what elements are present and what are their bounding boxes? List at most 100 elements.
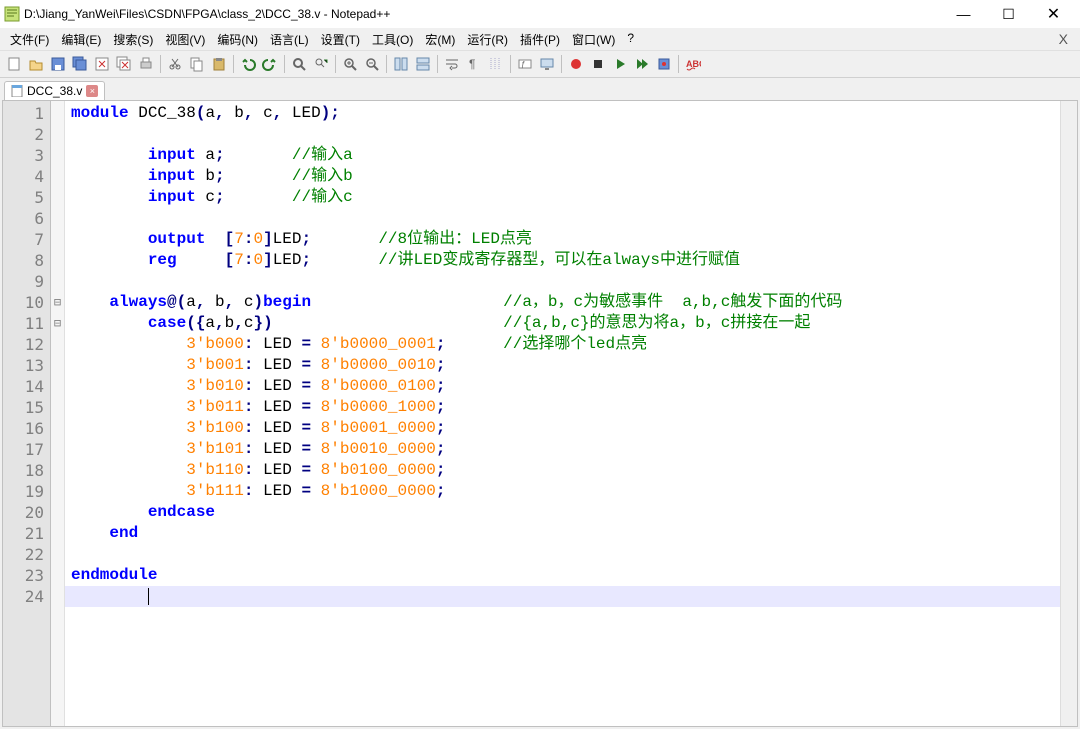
toolbar: ¶ ƒ ABC [0, 50, 1080, 78]
fold-marker [51, 355, 64, 376]
menu-window[interactable]: 窗口(W) [566, 29, 621, 50]
code-line[interactable]: case({a,b,c}) //{a,b,c}的意思为将a，b，c拼接在一起 [71, 313, 1077, 334]
find-button[interactable] [289, 54, 309, 74]
minimize-button[interactable]: — [941, 0, 986, 28]
line-number: 23 [3, 565, 44, 586]
fold-marker [51, 502, 64, 523]
code-line[interactable]: input a; //输入a [71, 145, 1077, 166]
macro-play-button[interactable] [610, 54, 630, 74]
code-line[interactable]: input c; //输入c [71, 187, 1077, 208]
redo-button[interactable] [260, 54, 280, 74]
fold-marker [51, 418, 64, 439]
maximize-button[interactable]: ☐ [986, 0, 1031, 28]
toolbar-separator [561, 55, 562, 73]
code-line[interactable]: module DCC_38(a, b, c, LED); [71, 103, 1077, 124]
macro-play-multi-button[interactable] [632, 54, 652, 74]
zoom-out-button[interactable] [362, 54, 382, 74]
toolbar-separator [233, 55, 234, 73]
code-line[interactable] [71, 124, 1077, 145]
tab-active[interactable]: DCC_38.v × [4, 81, 105, 100]
spell-check-button[interactable]: ABC [683, 54, 703, 74]
menu-run[interactable]: 运行(R) [461, 29, 514, 50]
code-line[interactable]: 3'b101: LED = 8'b0010_0000; [71, 439, 1077, 460]
menu-plugins[interactable]: 插件(P) [514, 29, 566, 50]
menu-edit[interactable]: 编辑(E) [55, 29, 107, 50]
code-line[interactable] [71, 544, 1077, 565]
zoom-in-button[interactable] [340, 54, 360, 74]
fold-marker [51, 271, 64, 292]
menu-encoding[interactable]: 编码(N) [211, 29, 264, 50]
menu-file[interactable]: 文件(F) [4, 29, 55, 50]
code-line[interactable] [71, 208, 1077, 229]
mdi-close-button[interactable]: X [1051, 31, 1076, 47]
code-line[interactable]: 3'b011: LED = 8'b0000_1000; [71, 397, 1077, 418]
macro-rec-button[interactable] [566, 54, 586, 74]
close-all-button[interactable] [114, 54, 134, 74]
code-line[interactable]: endcase [71, 502, 1077, 523]
cut-button[interactable] [165, 54, 185, 74]
save-file-button[interactable] [48, 54, 68, 74]
close-button[interactable]: ✕ [1031, 0, 1076, 28]
code-line[interactable] [71, 271, 1077, 292]
sync-h-button[interactable] [413, 54, 433, 74]
replace-button[interactable] [311, 54, 331, 74]
code-line[interactable]: endmodule [71, 565, 1077, 586]
fold-column[interactable]: ⊟⊟ [51, 101, 65, 726]
menu-macro[interactable]: 宏(M) [419, 29, 461, 50]
line-number: 16 [3, 418, 44, 439]
file-icon [11, 85, 23, 97]
fold-marker[interactable]: ⊟ [51, 313, 64, 334]
indent-guide-button[interactable] [486, 54, 506, 74]
svg-text:ƒ: ƒ [521, 60, 525, 69]
macro-save-button[interactable] [654, 54, 674, 74]
code-line[interactable]: 3'b001: LED = 8'b0000_0010; [71, 355, 1077, 376]
code-line[interactable]: output [7:0]LED; //8位输出：LED点亮 [71, 229, 1077, 250]
all-chars-button[interactable]: ¶ [464, 54, 484, 74]
undo-button[interactable] [238, 54, 258, 74]
save-all-button[interactable] [70, 54, 90, 74]
lang-button[interactable]: ƒ [515, 54, 535, 74]
line-number: 9 [3, 271, 44, 292]
print-button[interactable] [136, 54, 156, 74]
menu-help[interactable]: ? [621, 29, 640, 50]
code-area[interactable]: module DCC_38(a, b, c, LED); input a; //… [65, 101, 1077, 726]
copy-button[interactable] [187, 54, 207, 74]
menu-view[interactable]: 视图(V) [159, 29, 211, 50]
sync-v-button[interactable] [391, 54, 411, 74]
code-line[interactable]: always@(a, b, c)begin //a，b，c为敏感事件 a,b,c… [71, 292, 1077, 313]
menu-search[interactable]: 搜索(S) [107, 29, 159, 50]
line-number: 22 [3, 544, 44, 565]
toolbar-separator [335, 55, 336, 73]
code-line[interactable]: 3'b000: LED = 8'b0000_0001; //选择哪个led点亮 [71, 334, 1077, 355]
code-line[interactable]: end [71, 523, 1077, 544]
paste-button[interactable] [209, 54, 229, 74]
menu-language[interactable]: 语言(L) [264, 29, 315, 50]
fold-marker [51, 166, 64, 187]
code-line[interactable]: 3'b111: LED = 8'b1000_0000; [71, 481, 1077, 502]
wrap-button[interactable] [442, 54, 462, 74]
line-number: 15 [3, 397, 44, 418]
code-line[interactable]: 3'b010: LED = 8'b0000_0100; [71, 376, 1077, 397]
new-file-button[interactable] [4, 54, 24, 74]
line-number: 8 [3, 250, 44, 271]
menu-settings[interactable]: 设置(T) [315, 29, 366, 50]
code-line[interactable] [71, 586, 1077, 607]
macro-stop-button[interactable] [588, 54, 608, 74]
svg-text:ABC: ABC [686, 59, 701, 69]
line-number: 2 [3, 124, 44, 145]
fold-marker[interactable]: ⊟ [51, 292, 64, 313]
code-line[interactable]: input b; //输入b [71, 166, 1077, 187]
code-line[interactable]: 3'b110: LED = 8'b0100_0000; [71, 460, 1077, 481]
fold-marker [51, 439, 64, 460]
close-file-button[interactable] [92, 54, 112, 74]
text-cursor [148, 588, 149, 605]
code-line[interactable]: 3'b100: LED = 8'b0001_0000; [71, 418, 1077, 439]
open-file-button[interactable] [26, 54, 46, 74]
tab-close-button[interactable]: × [86, 85, 98, 97]
fold-marker [51, 523, 64, 544]
line-number: 5 [3, 187, 44, 208]
line-number: 12 [3, 334, 44, 355]
monitor-button[interactable] [537, 54, 557, 74]
code-line[interactable]: reg [7:0]LED; //讲LED变成寄存器型，可以在always中进行赋… [71, 250, 1077, 271]
menu-tools[interactable]: 工具(O) [366, 29, 419, 50]
